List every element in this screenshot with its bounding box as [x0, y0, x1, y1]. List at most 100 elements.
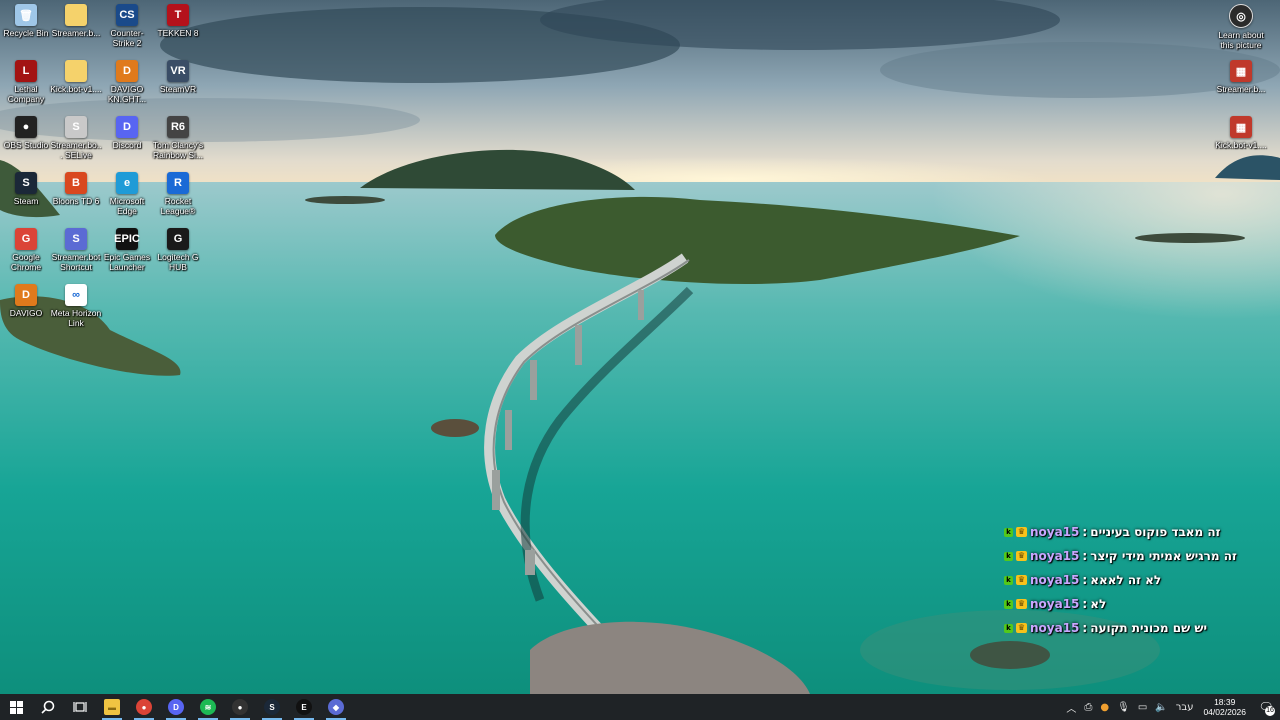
desktop-icon-label: Counter-Strike 2 [110, 28, 144, 48]
start-button[interactable] [0, 694, 32, 720]
desktop-icon[interactable]: ▦ Streamer.b... [1215, 60, 1267, 94]
clock[interactable]: 18:39 04/02/2026 [1197, 697, 1252, 717]
desktop-icon[interactable]: R6 Tom Clancy's Rainbow Si... [152, 116, 204, 160]
archive-icon: ▦ [1230, 116, 1252, 138]
desktop-icon[interactable]: ▦ Kick.bot-v1.... [1215, 116, 1267, 150]
desktop-icon-label: Microsoft Edge [109, 196, 145, 216]
taskbar: ▬ ● D ≋ ● S E ◆ ︿ ⎙ ● 🎙 ▭ 🔈 עבר 18:39 04/02/202… [0, 694, 1280, 720]
learn-about-picture-button[interactable]: ◎ Learn about this picture [1215, 4, 1267, 50]
notification-count: 16 [1265, 706, 1275, 716]
discord-icon: D [168, 699, 184, 715]
folder-icon [65, 4, 87, 26]
desktop-icon-label: Streamer.b... [1216, 84, 1266, 94]
recycle-bin-icon: 🗑 [15, 4, 37, 26]
desktop-icon-label: Bloons TD 6 [52, 196, 100, 206]
desktop-icon[interactable]: T TEKKEN 8 [152, 4, 204, 38]
desktop-icon[interactable]: S Streamer.bot Shortcut [50, 228, 102, 272]
taskbar-app-obs[interactable]: ● [224, 694, 256, 720]
desktop-icon-label: OBS Studio [3, 140, 49, 150]
search-button[interactable] [32, 694, 64, 720]
desktop-icon-label: Google Chrome [10, 252, 42, 272]
desktop-icon[interactable]: D DAVIGO KN.GHT... [101, 60, 153, 104]
desktop-icon[interactable]: S Streamer.bo... SELive [50, 116, 102, 160]
show-hidden-icons-chevron-icon[interactable]: ︿ [1062, 700, 1080, 715]
chat-username: noya15 [1030, 525, 1080, 539]
desktop-icon[interactable]: CS Counter-Strike 2 [101, 4, 153, 48]
steam-icon: S [15, 172, 37, 194]
app-tray-icon[interactable]: ● [1096, 702, 1113, 713]
epic-games-icon: E [296, 699, 312, 715]
desktop-icon[interactable]: 🗑 Recycle Bin [0, 4, 52, 38]
crown-badge-icon: ♛ [1016, 599, 1027, 609]
taskbar-app-steam[interactable]: S [256, 694, 288, 720]
taskbar-app-epic-games[interactable]: E [288, 694, 320, 720]
taskbar-app-chrome[interactable]: ● [128, 694, 160, 720]
taskbar-app-spotify[interactable]: ≋ [192, 694, 224, 720]
chat-username: noya15 [1030, 573, 1080, 587]
task-view-button[interactable] [64, 694, 96, 720]
rocket-league-icon: R [167, 172, 189, 194]
volume-icon[interactable]: 🔈 [1151, 702, 1171, 713]
clock-date: 04/02/2026 [1203, 707, 1246, 717]
desktop-icon[interactable]: B Bloons TD 6 [50, 172, 102, 206]
desktop-icon[interactable]: G Logitech G HUB [152, 228, 204, 272]
desktop-icon-label: DAVIGO KN.GHT... [107, 84, 147, 104]
desktop-icon[interactable]: D DAVIGO [0, 284, 52, 318]
lethal-company-icon: L [15, 60, 37, 82]
chat-message: k ♛ noya15: לא זה לאאא [1004, 568, 1274, 592]
crown-badge-icon: ♛ [1016, 623, 1027, 633]
taskbar-app-file-explorer[interactable]: ▬ [96, 694, 128, 720]
search-icon [41, 700, 55, 714]
kick-badge-icon: k [1004, 623, 1013, 633]
windows-logo-icon [9, 700, 23, 714]
chat-separator: : [1082, 621, 1088, 635]
kick-badge-icon: k [1004, 527, 1013, 537]
desktop-icon-label: Streamer.bot Shortcut [51, 252, 101, 272]
desktop-icon-label: Epic Games Launcher [103, 252, 151, 272]
desktop-icon-label: Recycle Bin [3, 28, 49, 38]
steamvr-icon: VR [167, 60, 189, 82]
network-icon[interactable]: ▭ [1134, 702, 1151, 713]
logitech-icon: G [167, 228, 189, 250]
notification-center-button[interactable]: 🗨 16 [1252, 694, 1280, 720]
kick-badge-icon: k [1004, 551, 1013, 561]
desktop-icon[interactable]: D Discord [101, 116, 153, 150]
archive-icon: ▦ [1230, 60, 1252, 82]
taskbar-app-discord[interactable]: D [160, 694, 192, 720]
system-tray: ︿ ⎙ ● 🎙 ▭ 🔈 עבר 18:39 04/02/2026 🗨 16 [1062, 694, 1280, 720]
chat-message: k ♛ noya15: זה מרגיש אמיתי מידי קיצר [1004, 544, 1274, 568]
davigo-icon: D [116, 60, 138, 82]
desktop-icon-label: Rocket League® [160, 196, 196, 216]
tekken-icon: T [167, 4, 189, 26]
counter-strike-icon: CS [116, 4, 138, 26]
device-icon[interactable]: ⎙ [1080, 702, 1096, 713]
desktop-icon[interactable]: e Microsoft Edge [101, 172, 153, 216]
desktop-icon[interactable]: S Steam [0, 172, 52, 206]
clock-time: 18:39 [1214, 697, 1236, 707]
desktop-icon[interactable]: Kick.bot-v1.... [50, 60, 102, 94]
chat-username: noya15 [1030, 597, 1080, 611]
chat-separator: : [1082, 573, 1088, 587]
desktop-icon[interactable]: L Lethal Company [0, 60, 52, 104]
davigo-icon: D [15, 284, 37, 306]
desktop-icon[interactable]: ● OBS Studio [0, 116, 52, 150]
taskbar-app-streamer-bot[interactable]: ◆ [320, 694, 352, 720]
desktop-icon[interactable]: G Google Chrome [0, 228, 52, 272]
language-indicator[interactable]: עבר [1172, 702, 1198, 713]
desktop-icon-label: Logitech G HUB [157, 252, 199, 272]
obs-icon: ● [15, 116, 37, 138]
microphone-icon[interactable]: 🎙 [1113, 702, 1134, 713]
desktop-icon[interactable]: ∞ Meta Horizon Link [50, 284, 102, 328]
learn-about-picture-icon: ◎ [1229, 4, 1253, 28]
desktop-icon[interactable]: EPIC Epic Games Launcher [101, 228, 153, 272]
crown-badge-icon: ♛ [1016, 551, 1027, 561]
chat-message: k ♛ noya15: לא [1004, 592, 1274, 616]
file-explorer-icon: ▬ [104, 699, 120, 715]
chat-username: noya15 [1030, 549, 1080, 563]
desktop-icon[interactable]: Streamer.b... [50, 4, 102, 38]
desktop-icon[interactable]: R Rocket League® [152, 172, 204, 216]
desktop-icon[interactable]: VR SteamVR [152, 60, 204, 94]
bloons-icon: B [65, 172, 87, 194]
crown-badge-icon: ♛ [1016, 575, 1027, 585]
kick-badge-icon: k [1004, 575, 1013, 585]
